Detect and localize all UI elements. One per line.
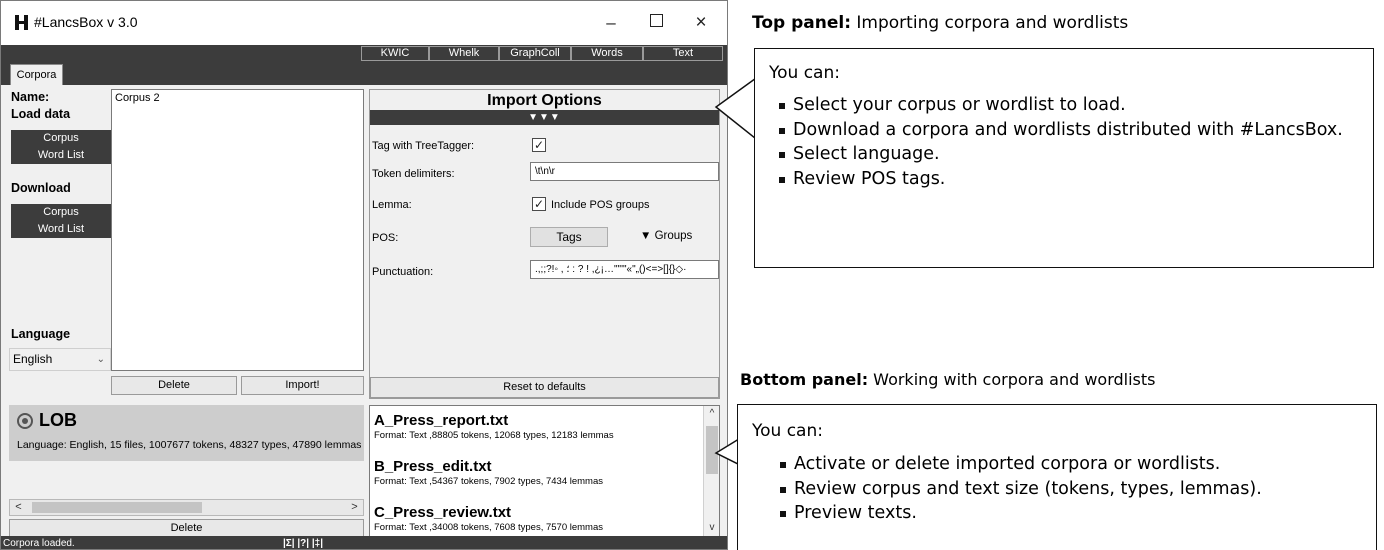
workspace-tab-bar: Corpora	[1, 62, 727, 85]
scroll-up-icon[interactable]: ^	[704, 406, 719, 422]
collapse-options-toggle[interactable]: ▼▼▼	[370, 110, 719, 125]
maximize-button[interactable]	[636, 9, 676, 37]
import-options-title: Import Options	[487, 92, 602, 109]
list-item: Download a corpora and wordlists distrib…	[779, 118, 1345, 143]
texts-vertical-scrollbar[interactable]: ^ v	[703, 406, 719, 537]
maximize-icon	[649, 14, 663, 28]
tag-treetagger-label: Tag with TreeTagger:	[372, 140, 475, 152]
text-file-name: A_Press_report.txt	[374, 412, 509, 429]
scroll-down-icon[interactable]: v	[704, 520, 719, 536]
tab-whelk[interactable]: Whelk	[429, 46, 499, 61]
chevron-down-icon: ⌄	[96, 354, 105, 365]
list-item: Select language.	[779, 142, 1345, 167]
punctuation-input[interactable]: .,;;?!◦ , ؛ : ? ! ,¿¡…""'"«"„()<=>[]{}◇·	[530, 260, 719, 279]
language-select[interactable]: English ⌄	[9, 348, 111, 371]
text-file-info: Format: Text ,34008 tokens, 7608 types, …	[374, 522, 604, 533]
load-data-label: Load data	[11, 107, 71, 121]
list-item[interactable]: A_Press_report.txt Format: Text ,88805 t…	[374, 412, 614, 441]
scroll-left-icon[interactable]: <	[10, 500, 27, 515]
top-panel-callout: You can: Select your corpus or wordlist …	[754, 48, 1374, 268]
text-files-list: A_Press_report.txt Format: Text ,88805 t…	[369, 405, 720, 538]
language-value: English	[13, 352, 53, 366]
corpus-info: Language: English, 15 files, 1007677 tok…	[17, 439, 362, 451]
import-button[interactable]: Import!	[241, 376, 364, 395]
scrollbar-thumb[interactable]	[706, 426, 718, 474]
corpus-name-input[interactable]: Corpus 2	[111, 89, 364, 108]
bottom-panel-heading: Bottom panel: Working with corpora and w…	[740, 370, 1155, 389]
title-bar: #LancsBox v 3.0 – ×	[1, 1, 727, 45]
tags-button[interactable]: Tags	[530, 227, 608, 247]
callout-title: You can:	[752, 421, 823, 441]
bottom-panel-callout: You can: Activate or delete imported cor…	[737, 404, 1377, 550]
import-options-panel: Import Options ▼▼▼ Tag with TreeTagger: …	[369, 89, 720, 399]
callout-title: You can:	[769, 63, 840, 83]
token-delimiters-label: Token delimiters:	[372, 168, 455, 180]
tag-treetagger-checkbox[interactable]: ✓	[532, 138, 546, 152]
module-tab-bar: KWIC Whelk GraphColl Words Text	[1, 45, 727, 62]
name-label: Name:	[11, 90, 50, 104]
status-text: Corpora loaded.	[3, 538, 75, 549]
tab-corpora[interactable]: Corpora	[10, 64, 63, 85]
tab-text[interactable]: Text	[643, 46, 723, 61]
text-file-info: Format: Text ,88805 tokens, 12068 types,…	[374, 430, 614, 441]
list-item: Activate or delete imported corpora or w…	[780, 452, 1376, 477]
close-button[interactable]: ×	[681, 9, 721, 37]
tab-words[interactable]: Words	[571, 46, 643, 61]
lancsbox-window: #LancsBox v 3.0 – × KWIC Whelk GraphColl…	[0, 0, 728, 550]
heading-rest: Importing corpora and wordlists	[851, 13, 1129, 33]
loaded-files-list[interactable]	[111, 107, 364, 371]
download-label: Download	[11, 181, 71, 195]
reset-defaults-button[interactable]: Reset to defaults	[370, 377, 719, 398]
text-file-name: B_Press_edit.txt	[374, 458, 492, 475]
corpus-sidebar: Name: Load data Corpus Word List Downloa…	[9, 87, 111, 399]
token-delimiters-input[interactable]: \t\n\r	[530, 162, 719, 181]
list-item: Review corpus and text size (tokens, typ…	[780, 477, 1376, 502]
active-corpus-radio[interactable]	[17, 413, 33, 429]
text-file-info: Format: Text ,54367 tokens, 7902 types, …	[374, 476, 604, 487]
language-label: Language	[11, 327, 71, 341]
list-item: Select your corpus or wordlist to load.	[779, 93, 1345, 118]
delete-file-button[interactable]: Delete	[111, 376, 237, 395]
list-item[interactable]: B_Press_edit.txt Format: Text ,54367 tok…	[374, 458, 603, 487]
load-word-list-button[interactable]: Word List	[11, 147, 111, 164]
status-tool-icons[interactable]: |Σ| |?| |‡|	[283, 536, 323, 549]
heading-rest: Working with corpora and wordlists	[868, 370, 1156, 389]
tab-kwic[interactable]: KWIC	[361, 46, 429, 61]
tab-graphcoll[interactable]: GraphColl	[499, 46, 571, 61]
bottom-bullet-list: Activate or delete imported corpora or w…	[780, 452, 1376, 526]
scroll-right-icon[interactable]: >	[346, 500, 363, 515]
window-title: #LancsBox v 3.0	[34, 14, 138, 30]
status-bar: Corpora loaded. |Σ| |?| |‡|	[1, 536, 727, 549]
minimize-button[interactable]: –	[591, 9, 631, 37]
corpus-horizontal-scrollbar[interactable]: < >	[9, 499, 364, 516]
download-corpus-button[interactable]: Corpus	[11, 204, 111, 221]
punctuation-label: Punctuation:	[372, 266, 434, 278]
download-word-list-button[interactable]: Word List	[11, 221, 111, 238]
lemma-label: Lemma:	[372, 199, 412, 211]
corpus-name: LOB	[39, 410, 77, 430]
heading-bold: Bottom panel:	[740, 370, 869, 389]
load-corpus-button[interactable]: Corpus	[11, 130, 111, 147]
list-item[interactable]: C_Press_review.txt Format: Text ,34008 t…	[374, 504, 603, 533]
lancsbox-logo-icon	[15, 15, 28, 30]
corpus-card-lob[interactable]: LOB Language: English, 15 files, 1007677…	[9, 405, 364, 461]
text-file-name: C_Press_review.txt	[374, 504, 512, 521]
include-pos-groups-checkbox[interactable]: ✓	[532, 197, 546, 211]
top-panel-heading: Top panel: Importing corpora and wordlis…	[752, 13, 1128, 33]
top-bullet-list: Select your corpus or wordlist to load. …	[779, 93, 1345, 192]
scrollbar-thumb[interactable]	[32, 502, 202, 513]
list-item: Preview texts.	[780, 501, 1376, 526]
include-pos-groups-label: Include POS groups	[551, 199, 650, 211]
heading-bold: Top panel:	[752, 13, 852, 33]
groups-toggle[interactable]: ▼ Groups	[640, 230, 692, 242]
pos-label: POS:	[372, 232, 399, 244]
list-item: Review POS tags.	[779, 167, 1345, 192]
